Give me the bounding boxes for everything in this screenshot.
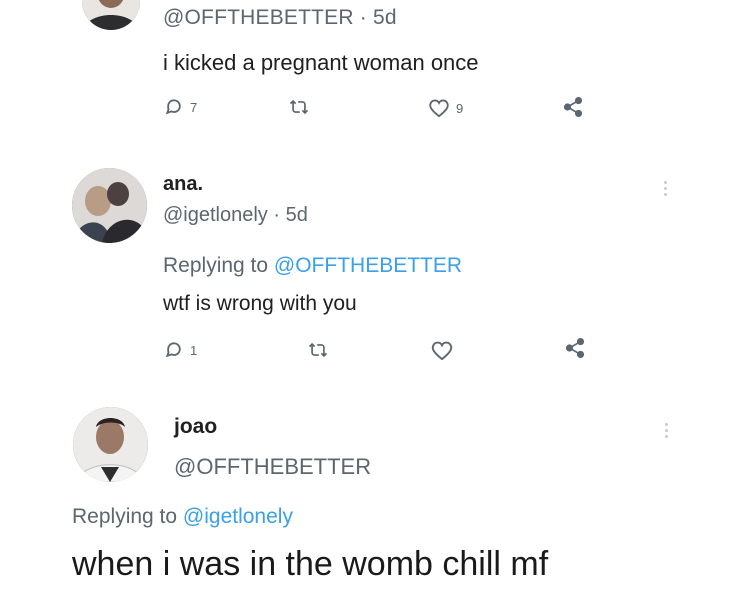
replying-prefix: Replying to	[72, 505, 178, 528]
reply-icon	[165, 342, 181, 358]
reply-button[interactable]: 1	[164, 340, 197, 360]
reply-count: 1	[190, 342, 198, 358]
avatar[interactable]	[73, 407, 148, 482]
share-button[interactable]	[562, 96, 584, 118]
like-button[interactable]: 9	[428, 98, 463, 118]
share-icon	[565, 338, 585, 358]
tweet-text: when i was in the womb chill mf	[72, 545, 549, 583]
heart-icon	[429, 99, 449, 118]
replying-mention[interactable]: @OFFTHEBETTER	[274, 254, 462, 277]
retweet-button[interactable]	[288, 97, 310, 117]
retweet-icon	[289, 99, 309, 115]
replying-mention[interactable]: @igetlonely	[183, 505, 293, 528]
retweet-button[interactable]	[307, 340, 329, 360]
replying-line: Replying to @OFFTHEBETTER	[163, 254, 462, 278]
avatar[interactable]	[82, 0, 140, 30]
avatar-image	[72, 168, 147, 243]
tweet-handle[interactable]: @OFFTHEBETTER	[174, 454, 371, 480]
more-vertical-icon[interactable]	[665, 423, 669, 438]
tweet-time[interactable]: · 5d	[360, 6, 397, 29]
reply-button[interactable]: 7	[164, 97, 197, 117]
heart-icon	[431, 341, 453, 361]
tweet-text: wtf is wrong with you	[163, 292, 357, 315]
reply-count: 7	[190, 99, 198, 115]
like-button[interactable]	[430, 340, 454, 361]
display-name[interactable]: ana.	[163, 173, 203, 196]
retweet-icon	[308, 342, 328, 358]
tweet-handle[interactable]: @OFFTHEBETTER	[163, 6, 354, 29]
tweet-text: i kicked a pregnant woman once	[163, 50, 479, 75]
tweet-time[interactable]: · 5d	[273, 204, 307, 226]
share-icon	[563, 97, 583, 117]
avatar-image	[73, 407, 148, 482]
like-count: 9	[456, 100, 464, 116]
replying-prefix: Replying to	[163, 254, 269, 277]
avatar[interactable]	[72, 168, 147, 243]
avatar-image	[82, 0, 140, 30]
display-name[interactable]: joao	[174, 415, 217, 439]
replying-line: Replying to @igetlonely	[72, 505, 293, 529]
tweet-handle[interactable]: @igetlonely	[163, 204, 268, 226]
reply-icon	[165, 99, 181, 115]
share-button[interactable]	[564, 337, 586, 359]
more-vertical-icon[interactable]	[664, 181, 668, 196]
